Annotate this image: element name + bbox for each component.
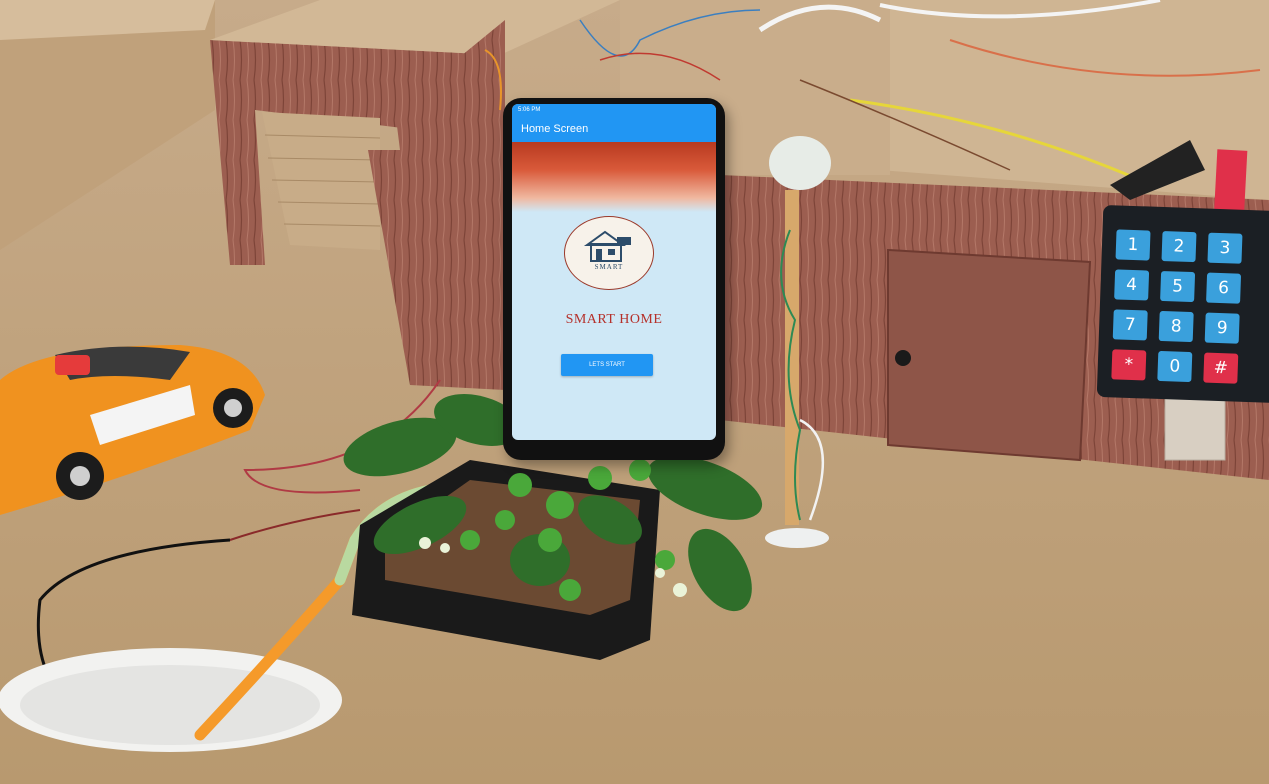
smart-home-logo: SMART	[564, 216, 654, 290]
keypad-key[interactable]: 7	[1112, 309, 1148, 341]
door-knob	[895, 350, 911, 366]
screen-title: SMART HOME	[565, 312, 663, 327]
keypad-key[interactable]: 9	[1204, 312, 1240, 344]
keypad-key[interactable]: 2	[1161, 230, 1197, 263]
app-bar-title: Home Screen	[512, 116, 716, 142]
keypad-key[interactable]: 0	[1157, 350, 1193, 383]
phone-screen: 5:06 PM Home Screen SMART SMART HOME LET…	[512, 104, 716, 440]
house-door	[887, 248, 1092, 462]
keypad-key[interactable]: 1	[1115, 229, 1151, 261]
header-banner	[512, 142, 716, 212]
logo-text: SMART	[594, 263, 624, 271]
keypad-key[interactable]: 6	[1206, 272, 1242, 304]
keypad-key[interactable]: 8	[1158, 310, 1194, 343]
house-icon	[583, 230, 631, 262]
keypad-key[interactable]: *	[1111, 349, 1147, 381]
lamp-globe	[769, 136, 831, 190]
keypad-key[interactable]: 4	[1114, 269, 1150, 301]
membrane-keypad: 1 2 3 4 5 6 7 8 9 * 0 #	[1096, 204, 1269, 404]
keypad-key[interactable]: 3	[1207, 232, 1243, 264]
photo-scene: 5:06 PM Home Screen SMART SMART HOME LET…	[0, 0, 1269, 784]
keypad-key[interactable]: 5	[1160, 270, 1196, 303]
status-bar-time: 5:06 PM	[512, 104, 716, 116]
keypad-key[interactable]: #	[1203, 352, 1239, 384]
lets-start-button[interactable]: LETS START	[561, 354, 653, 376]
